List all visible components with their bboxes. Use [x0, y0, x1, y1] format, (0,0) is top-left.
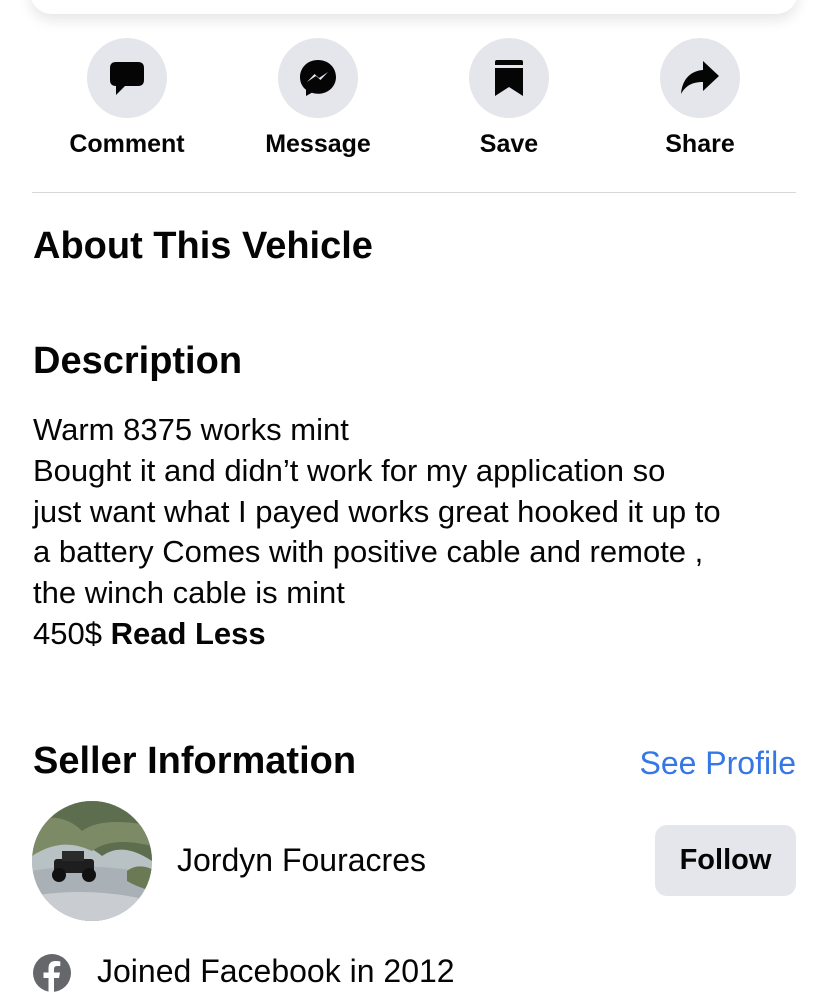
message-button[interactable]: Message — [243, 38, 393, 159]
joined-facebook-text: Joined Facebook in 2012 — [97, 953, 455, 989]
price-text: 450$ — [33, 615, 111, 651]
description-heading: Description — [33, 340, 243, 382]
save-button-circle[interactable] — [469, 38, 549, 118]
save-label: Save — [479, 130, 539, 158]
facebook-icon — [33, 954, 71, 993]
description-line: just want what I payed works great hooke… — [33, 493, 721, 529]
description-line: a battery Comes with positive cable and … — [33, 534, 704, 570]
description-line: Warm 8375 works mint — [33, 412, 349, 447]
message-label: Message — [265, 130, 371, 158]
divider — [32, 192, 796, 193]
description-text: Warm 8375 works mint Bought it and didn’… — [33, 410, 803, 655]
see-profile-link[interactable]: See Profile — [639, 745, 796, 782]
comment-label: Comment — [69, 130, 185, 158]
avatar[interactable] — [32, 801, 152, 921]
share-button-circle[interactable] — [660, 38, 740, 118]
bookmark-icon — [495, 60, 523, 96]
follow-button[interactable]: Follow — [655, 825, 796, 896]
share-button[interactable]: Share — [625, 38, 775, 159]
description-price-line: 450$ Read Less — [33, 614, 803, 655]
comment-button-circle[interactable] — [87, 38, 167, 118]
seller-heading: Seller Information — [33, 740, 357, 782]
message-button-circle[interactable] — [278, 38, 358, 118]
comment-icon — [110, 62, 144, 95]
action-bar: Comment Message Save Share — [32, 38, 796, 168]
share-icon — [681, 61, 719, 94]
seller-name[interactable]: Jordyn Fouracres — [177, 842, 426, 879]
top-card-edge — [30, 0, 798, 14]
messenger-icon — [300, 60, 336, 96]
save-button[interactable]: Save — [434, 38, 584, 159]
avatar-photo — [32, 801, 152, 921]
read-less-link[interactable]: Read Less — [111, 616, 266, 651]
comment-button[interactable]: Comment — [52, 38, 202, 159]
description-line: Bought it and didn’t work for my applica… — [33, 452, 666, 488]
share-label: Share — [665, 130, 735, 158]
about-heading: About This Vehicle — [33, 225, 373, 267]
description-line: the winch cable is mint — [33, 575, 345, 611]
